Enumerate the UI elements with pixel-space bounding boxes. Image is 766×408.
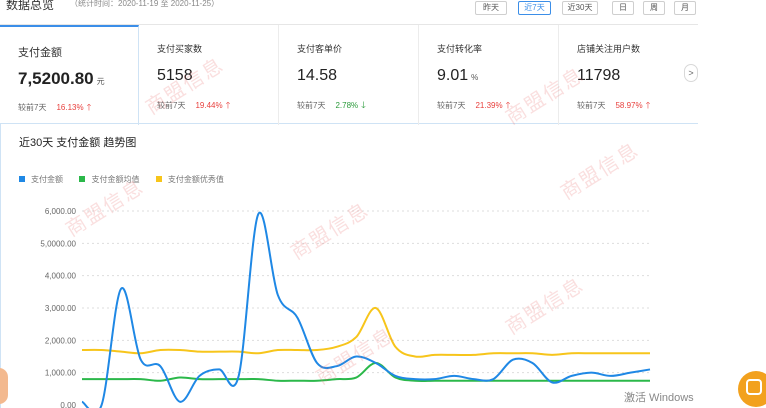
metric-card-followers[interactable]: 店铺关注用户数 11798 较前7天 58.97% 🡑 (559, 25, 698, 125)
metric-compare: 较前7天 16.13% 🡑 (18, 100, 91, 116)
metric-label: 店铺关注用户数 (577, 44, 641, 54)
metric-unit: % (471, 73, 479, 82)
compare-percent: 19.44% (195, 101, 223, 110)
period-tab-month[interactable]: 月 (674, 1, 696, 15)
y-tick-label: 6,000.00 (45, 207, 77, 216)
period-tab-week[interactable]: 周 (643, 1, 665, 15)
y-tick-label: 0.00 (60, 401, 76, 408)
metrics-panel: 支付金额 7,5200.80 元 较前7天 16.13% 🡑 支付买家数 5158 较… (0, 24, 698, 125)
trend-chart: 0.00 1,000.00 2,000.00 3,000.00 4,000.00 5,00… (40, 207, 651, 408)
arrow-down-icon: 🡓 (361, 100, 366, 110)
period-tab-yesterday[interactable]: 昨天 (475, 1, 507, 15)
arrow-up-icon: 🡑 (86, 102, 92, 112)
chat-icon (746, 379, 762, 395)
y-tick-label: 2,000.00 (45, 336, 77, 345)
arrow-up-icon: 🡑 (645, 100, 651, 110)
metric-compare: 较前7天 19.44% 🡑 (157, 98, 230, 114)
compare-percent: 21.39% (475, 101, 503, 110)
series-line-excellent[interactable] (81, 307, 650, 358)
y-tick-label: 3,000.00 (45, 304, 77, 313)
y-tick-label: 1,000.00 (45, 369, 77, 378)
metric-value: 7,5200.80 元 (18, 69, 105, 88)
metric-card-payment-amount[interactable]: 支付金额 7,5200.80 元 较前7天 16.13% 🡑 (0, 25, 139, 125)
metric-label: 支付买家数 (157, 44, 203, 54)
metric-label: 支付金额 (18, 47, 62, 59)
compare-percent: 58.97% (615, 101, 643, 110)
metric-value: 11798 (577, 67, 621, 84)
metric-value: 14.58 (297, 67, 338, 84)
compare-percent: 16.13% (56, 103, 84, 112)
metric-value: 5158 (157, 67, 193, 84)
period-tab-day[interactable]: 日 (612, 1, 634, 15)
date-range-text: （统计时间：2020-11-19 至 2020-11-25） (70, 0, 220, 8)
arrow-up-icon: 🡑 (505, 100, 511, 110)
metric-label: 支付转化率 (437, 44, 483, 54)
avatar (0, 368, 8, 404)
period-tab-30days[interactable]: 近30天 (562, 1, 598, 15)
metric-compare: 较前7天 2.78% 🡓 (297, 98, 366, 114)
period-tab-7days[interactable]: 近7天 (518, 1, 551, 15)
metric-unit: 元 (96, 77, 105, 86)
metric-compare: 较前7天 58.97% 🡑 (577, 98, 650, 114)
chevron-right-icon[interactable]: > (684, 64, 698, 82)
metric-card-buyers[interactable]: 支付买家数 5158 较前7天 19.44% 🡑 (139, 25, 279, 125)
metric-label: 支付客单价 (297, 44, 343, 54)
arrow-up-icon: 🡑 (225, 100, 231, 110)
series-line-amount[interactable] (81, 211, 651, 408)
metric-value: 9.01% (437, 67, 479, 84)
activate-windows-text: 激活 Windows (624, 392, 694, 404)
y-tick-label: 5,0000.00 (40, 239, 76, 248)
top-bar: 数据总览 （统计时间：2020-11-19 至 2020-11-25） 昨天 近… (0, 0, 766, 18)
compare-percent: 2.78% (335, 101, 359, 110)
metric-card-unit-price[interactable]: 支付客单价 14.58 较前7天 2.78% 🡓 (279, 25, 419, 125)
chat-float-button[interactable] (738, 371, 766, 407)
metric-card-conversion-rate[interactable]: 支付转化率 9.01% 较前7天 21.39% 🡑 (419, 25, 559, 125)
page-title: 数据总览 (6, 0, 55, 12)
metric-compare: 较前7天 21.39% 🡑 (437, 98, 510, 114)
y-tick-label: 4,000.00 (45, 272, 77, 281)
